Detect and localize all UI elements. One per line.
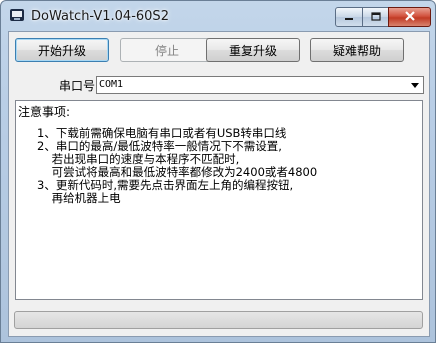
help-button[interactable]: 疑难帮助 (310, 38, 404, 62)
app-window: DoWatch-V1.04-60S2 开始升级 停止 重复升级 疑难帮助 串口号… (0, 0, 436, 343)
notes-textarea[interactable]: 注意事项: 1、下载前需确保电脑有串口或者有USB转串口线 2、串口的最高/最低… (15, 100, 423, 300)
serial-port-label: 串口号 (59, 79, 96, 93)
chevron-down-icon[interactable] (407, 77, 423, 93)
maximize-icon (370, 10, 381, 24)
app-icon[interactable] (9, 7, 25, 23)
maximize-button[interactable] (362, 7, 389, 27)
repeat-upgrade-button[interactable]: 重复升级 (206, 38, 300, 62)
close-icon (404, 10, 416, 24)
note-line: 再给机器上电 (37, 191, 121, 205)
title-bar[interactable]: DoWatch-V1.04-60S2 (1, 1, 435, 31)
start-upgrade-button[interactable]: 开始升级 (15, 38, 109, 62)
stop-button[interactable]: 停止 (120, 38, 214, 62)
progress-bar (14, 311, 423, 329)
client-area: 开始升级 停止 重复升级 疑难帮助 串口号 COM1 注意事项: 1、下载前需确… (8, 31, 430, 337)
minimize-button[interactable] (335, 7, 363, 27)
serial-port-select[interactable]: COM1 (96, 76, 424, 94)
notes-title: 注意事项: (18, 105, 71, 119)
window-title: DoWatch-V1.04-60S2 (31, 9, 169, 24)
serial-port-value: COM1 (99, 79, 124, 90)
minimize-icon (344, 10, 354, 24)
close-button[interactable] (388, 7, 431, 27)
